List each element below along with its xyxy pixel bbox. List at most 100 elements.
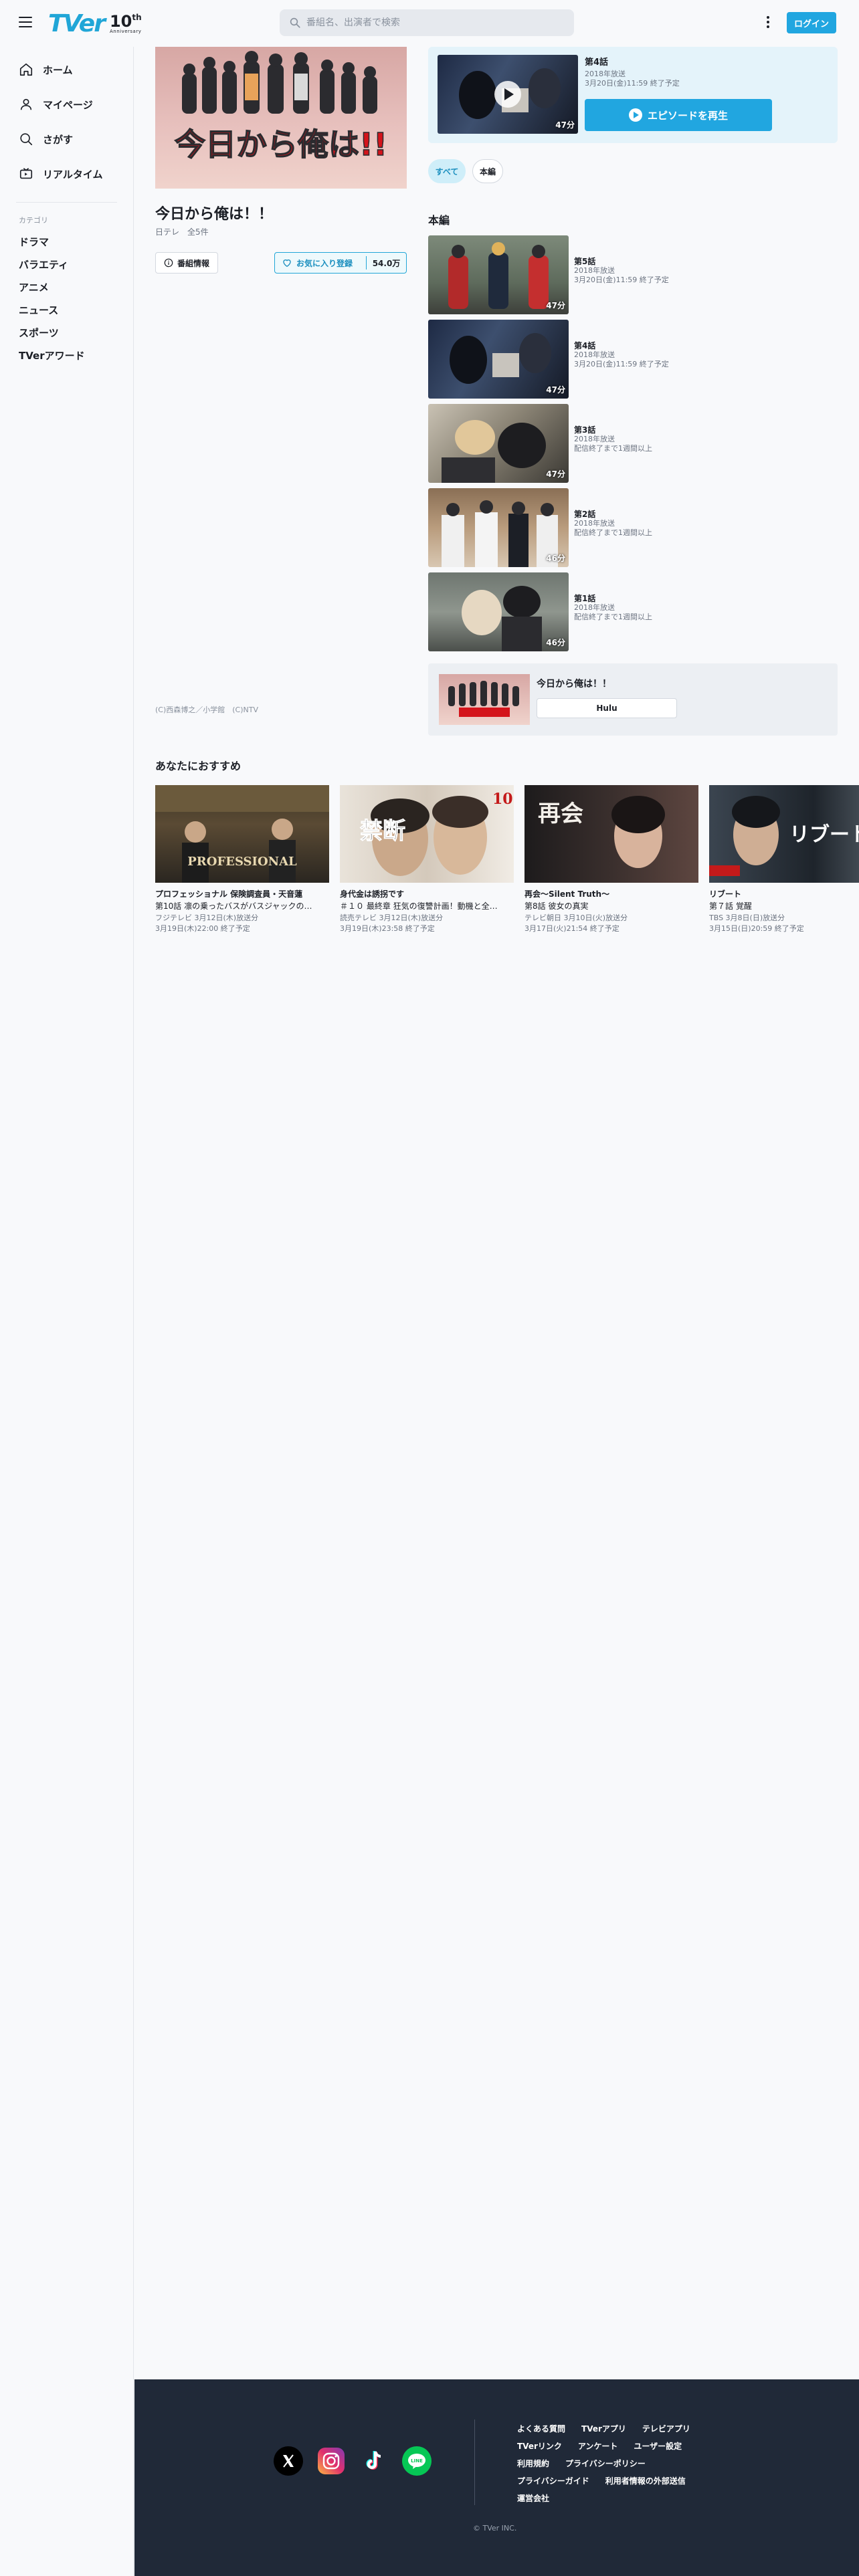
- recommendation-card[interactable]: 再会 再会～Silent Truth～ 第8話 彼女の真実 テレビ朝日 3月10…: [524, 785, 698, 934]
- episode-availability: 配信終了まで1週間以上: [574, 528, 652, 537]
- now-playing-title: 第4話: [585, 58, 609, 68]
- sidebar-item-search[interactable]: さがす: [0, 122, 133, 156]
- episode-availability: 3月20日(金)11:59 終了予定: [574, 360, 669, 368]
- program-title: 今日から俺は！！: [155, 206, 274, 223]
- footer-link-terms[interactable]: 利用規約: [517, 2458, 549, 2469]
- footer-link-privacy-guide[interactable]: プライバシーガイド: [517, 2475, 589, 2486]
- favorite-button-main: お気に入り登録: [275, 257, 366, 269]
- menu-icon[interactable]: [19, 17, 32, 27]
- tver-logo[interactable]: TVer 10th Anniversary: [48, 8, 142, 39]
- sidebar-divider: [16, 202, 117, 203]
- episode-availability: 配信終了まで1週間以上: [574, 613, 652, 621]
- tab-main-story[interactable]: 本編: [472, 159, 503, 183]
- footer-link-survey[interactable]: アンケート: [578, 2440, 618, 2452]
- recommendation-availability: 3月17日(火)21:54 終了予定: [524, 924, 619, 933]
- recommendation-thumb-text: PROFESSIONAL: [187, 855, 297, 869]
- episode-year: 2018年放送: [574, 350, 615, 359]
- play-episode-button[interactable]: エピソードを再生: [585, 99, 772, 131]
- episode-row[interactable]: 47分 第5話 2018年放送 3月20日(金)11:59 終了予定: [428, 235, 838, 314]
- search-icon: [290, 17, 300, 28]
- search-input[interactable]: [306, 17, 574, 28]
- favorite-count: 54.0万: [372, 258, 401, 268]
- category-anime[interactable]: アニメ: [0, 276, 133, 299]
- series-title: 今日から俺は！！: [537, 679, 611, 689]
- search-bar[interactable]: [280, 9, 574, 36]
- tab-all[interactable]: すべて: [428, 159, 466, 183]
- footer-link-user-settings[interactable]: ユーザー設定: [634, 2440, 682, 2452]
- duration-label: 47分: [546, 385, 565, 395]
- recommendation-channel: TBS 3月8日(日)放送分: [709, 914, 785, 922]
- recommendation-channel: フジテレビ 3月12日(木)放送分: [155, 914, 259, 922]
- episode-thumbnail: 46分: [428, 488, 569, 567]
- footer-link-tver-link[interactable]: TVerリンク: [517, 2440, 562, 2452]
- recommendation-card[interactable]: 禁断 10 身代金は誘拐です ＃１０ 最終章 狂気の復讐計画！動機と全… 読売テ…: [340, 785, 514, 934]
- episode-thumbnail: 46分: [428, 572, 569, 651]
- recommendation-subtitle: 第10話 凛の乗ったバスがバスジャックの…: [155, 901, 312, 911]
- play-icon[interactable]: [494, 81, 521, 108]
- episode-row[interactable]: 46分 第2話 2018年放送 配信終了まで1週間以上: [428, 488, 838, 567]
- now-playing-availability: 3月20日(金)11:59 終了予定: [585, 79, 680, 88]
- sidebar-item-label: リアルタイム: [43, 168, 103, 181]
- category-tver-award[interactable]: TVerアワード: [0, 344, 133, 367]
- episode-row[interactable]: 47分 第4話 2018年放送 3月20日(金)11:59 終了予定: [428, 320, 838, 399]
- duration-label: 47分: [546, 469, 565, 479]
- line-icon[interactable]: LINE: [402, 2446, 432, 2476]
- sidebar-item-realtime[interactable]: リアルタイム: [0, 156, 133, 191]
- category-sports[interactable]: スポーツ: [0, 322, 133, 344]
- footer: LINE よくある質問 TVerアプリ テレビアプリ TVerリンク アンケート…: [134, 2379, 859, 2576]
- episode-meta: 2018年放送 3月20日(金)11:59 終了予定: [574, 350, 669, 369]
- recommendation-card[interactable]: リブート リブート 第７話 覚醒 TBS 3月8日(日)放送分 3月15日(日)…: [709, 785, 859, 934]
- footer-link-tv-app[interactable]: テレビアプリ: [642, 2423, 690, 2434]
- episode-title: 第1話: [574, 594, 596, 603]
- anniversary-badge: 10th Anniversary: [109, 11, 142, 34]
- footer-link-faq[interactable]: よくある質問: [517, 2423, 565, 2434]
- footer-link-tver-app[interactable]: TVerアプリ: [581, 2423, 626, 2434]
- footer-link-privacy-policy[interactable]: プライバシーポリシー: [565, 2458, 646, 2469]
- footer-link-company[interactable]: 運営会社: [517, 2492, 549, 2504]
- now-playing-thumbnail[interactable]: 47分: [438, 55, 578, 134]
- episode-thumbnail: 47分: [428, 235, 569, 314]
- now-playing-meta: 2018年放送 3月20日(金)11:59 終了予定: [585, 70, 680, 88]
- program-info-button[interactable]: 番組情報: [155, 252, 218, 274]
- episode-meta: 2018年放送 配信終了まで1週間以上: [574, 519, 652, 538]
- play-episode-label: エピソードを再生: [647, 109, 728, 122]
- series-thumbnail[interactable]: [439, 674, 530, 725]
- tiktok-icon[interactable]: [359, 2446, 389, 2476]
- recommendation-subtitle: 第8話 彼女の真実: [524, 901, 589, 911]
- episode-year: 2018年放送: [574, 435, 615, 443]
- favorite-button[interactable]: お気に入り登録 54.0万: [274, 252, 407, 274]
- episode-row[interactable]: 47分 第3話 2018年放送 配信終了まで1週間以上: [428, 404, 838, 483]
- sidebar-item-label: マイページ: [43, 98, 93, 111]
- duration-label: 47分: [555, 120, 575, 130]
- sidebar-item-home[interactable]: ホーム: [0, 52, 133, 87]
- category-variety[interactable]: バラエティ: [0, 253, 133, 276]
- recommendation-thumbnail: リブート: [709, 785, 859, 883]
- recommendation-thumbnail: PROFESSIONAL: [155, 785, 329, 883]
- instagram-icon[interactable]: [316, 2446, 346, 2476]
- footer-link-external-transmission[interactable]: 利用者情報の外部送信: [605, 2475, 686, 2486]
- login-button[interactable]: ログイン: [787, 12, 836, 33]
- episode-row[interactable]: 46分 第1話 2018年放送 配信終了まで1週間以上: [428, 572, 838, 651]
- category-heading: カテゴリ: [19, 216, 48, 225]
- episode-year: 2018年放送: [574, 519, 615, 528]
- program-meta: 日テレ 全5件: [155, 227, 209, 237]
- recommendation-title: プロフェッショナル 保険調査員・天音蓮: [155, 889, 303, 899]
- recommendation-availability: 3月19日(木)23:58 終了予定: [340, 924, 435, 933]
- recommendation-thumb-text: 禁断: [360, 818, 405, 845]
- footer-copyright: © TVer INC.: [473, 2524, 517, 2533]
- program-key-visual: 今日から俺は!!: [155, 47, 407, 189]
- sidebar-item-mypage[interactable]: マイページ: [0, 87, 133, 122]
- now-playing-year: 2018年放送: [585, 70, 626, 78]
- episode-title: 第2話: [574, 510, 596, 519]
- category-news[interactable]: ニュース: [0, 299, 133, 322]
- recommendation-card[interactable]: PROFESSIONAL プロフェッショナル 保険調査員・天音蓮 第10話 凛の…: [155, 785, 329, 934]
- recommendation-title: 身代金は誘拐です: [340, 889, 405, 899]
- category-drama[interactable]: ドラマ: [0, 231, 133, 253]
- more-menu-icon[interactable]: [763, 15, 773, 31]
- episode-meta: 2018年放送 配信終了まで1週間以上: [574, 603, 652, 622]
- play-circle-icon: [628, 108, 642, 122]
- favorite-label: お気に入り登録: [296, 258, 353, 268]
- x-icon[interactable]: [274, 2446, 303, 2476]
- tv-icon: [19, 168, 33, 179]
- hulu-button[interactable]: Hulu: [537, 698, 677, 718]
